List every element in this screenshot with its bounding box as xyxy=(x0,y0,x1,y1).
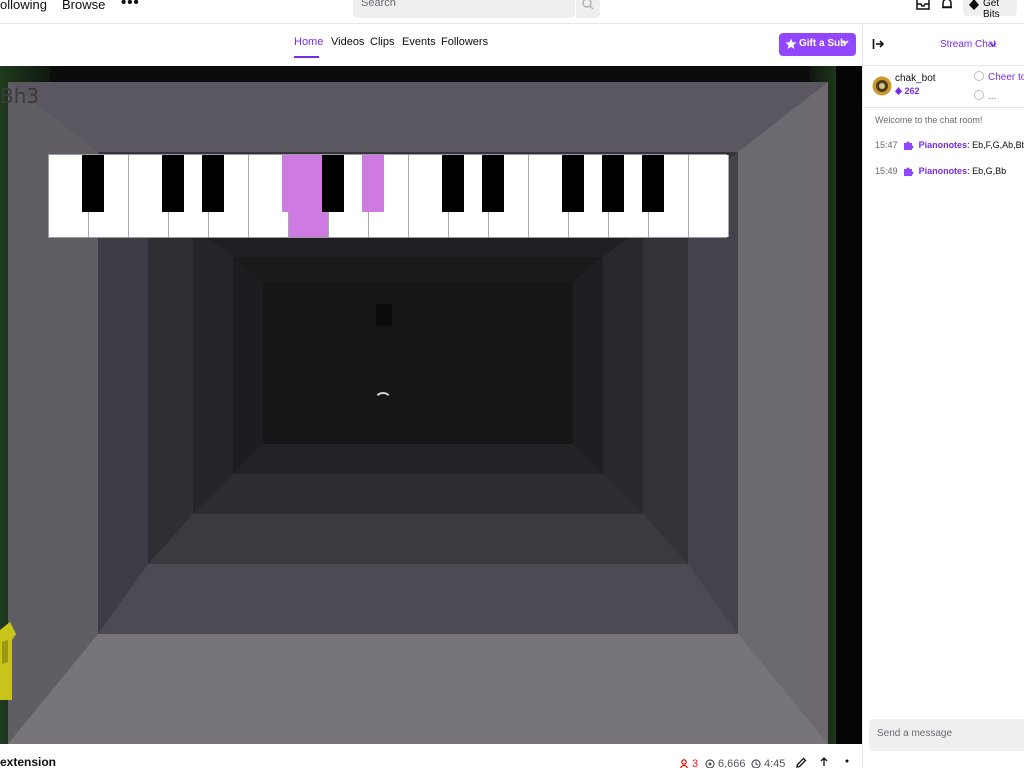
view-count: 6,666 xyxy=(718,758,746,768)
leader-bits-value: 262 xyxy=(904,86,920,96)
gift-sub-button[interactable]: Gift a Sub xyxy=(779,33,856,56)
clock-icon xyxy=(751,759,761,768)
chevron-down-icon xyxy=(841,40,849,46)
chat-message: 15:47 Pianonotes: Eb,F,G,Ab,Bb,C,D,Eb xyxy=(875,139,1024,150)
share-icon[interactable] xyxy=(818,756,830,768)
piano-black-key xyxy=(482,155,504,212)
chat-panel: Stream Chat chak_bot 262 Cheer to ta ...… xyxy=(862,24,1024,768)
get-bits-button[interactable]: Get Bits xyxy=(963,0,1017,20)
piano-black-key xyxy=(562,155,584,212)
tab-videos[interactable]: Videos xyxy=(331,36,364,48)
video-overlay-text: Bh3 xyxy=(0,84,40,108)
puzzle-piece-icon xyxy=(904,141,914,150)
stream-title: extension xyxy=(0,755,57,768)
message-username[interactable]: Pianonotes xyxy=(919,140,968,150)
piano-black-key xyxy=(642,155,664,212)
message-text: : Eb,G,Bb xyxy=(967,166,1007,176)
gift-sub-label: Gift a Sub xyxy=(799,38,847,49)
chevron-down-icon[interactable] xyxy=(989,42,997,48)
more-icon[interactable]: ••• xyxy=(121,0,140,11)
cheer-prompt-secondary[interactable]: ... xyxy=(974,90,996,102)
search-icon xyxy=(582,0,594,10)
cheer-prompt-label: Cheer to ta xyxy=(988,72,1024,83)
star-icon xyxy=(785,38,797,49)
loading-spinner-icon xyxy=(374,392,392,410)
leader-username[interactable]: chak_bot xyxy=(895,73,936,84)
chat-header: Stream Chat xyxy=(863,24,1024,66)
inbox-icon[interactable] xyxy=(915,0,931,12)
chat-input-placeholder: Send a message xyxy=(877,728,953,739)
cheer-prompt-secondary-label: ... xyxy=(988,91,997,102)
get-bits-label: Get Bits xyxy=(983,0,1000,20)
chat-message-input[interactable]: Send a message xyxy=(869,719,1024,751)
piano-white-key xyxy=(689,155,729,237)
bits-icon xyxy=(969,0,979,10)
cheer-icon xyxy=(974,90,984,100)
notifications-icon[interactable] xyxy=(939,0,955,12)
nav-browse[interactable]: Browse xyxy=(62,0,105,12)
tab-followers[interactable]: Followers xyxy=(441,36,488,48)
piano-black-key xyxy=(82,155,104,212)
nav-following[interactable]: ollowing xyxy=(0,0,47,12)
video-player[interactable]: Bh3 xyxy=(0,66,862,744)
piano-black-key xyxy=(442,155,464,212)
message-username[interactable]: Pianonotes xyxy=(919,166,968,176)
viewer-count: 3 xyxy=(692,758,699,768)
uptime: 4:45 xyxy=(764,758,786,768)
search-button[interactable] xyxy=(576,0,600,18)
channel-tabs: Home Videos Clips Events Followers Gift … xyxy=(0,24,862,66)
tab-clips[interactable]: Clips xyxy=(370,36,394,48)
cheer-icon xyxy=(974,71,984,81)
collapse-chat-icon[interactable] xyxy=(872,38,884,50)
leader-bits-amount: 262 xyxy=(895,86,920,96)
message-text: : Eb,F,G,Ab,Bb,C,D,Eb xyxy=(967,140,1024,150)
chat-welcome-message: Welcome to the chat room! xyxy=(875,115,983,125)
puzzle-piece-icon xyxy=(904,167,914,176)
piano-black-key xyxy=(202,155,224,212)
chat-message: 15:49 Pianonotes: Eb,G,Bb xyxy=(875,165,1006,176)
top-nav: ollowing Browse ••• Search Get Bits xyxy=(0,0,1024,24)
message-timestamp: 15:47 xyxy=(875,140,898,150)
tab-home[interactable]: Home xyxy=(294,36,323,48)
viewer-icon xyxy=(680,759,688,768)
cheer-prompt[interactable]: Cheer to ta xyxy=(974,71,1024,83)
piano-black-key xyxy=(282,155,304,212)
bits-leaderboard: chak_bot 262 Cheer to ta ... xyxy=(863,66,1024,108)
piano-black-key xyxy=(322,155,344,212)
chat-title[interactable]: Stream Chat xyxy=(940,39,996,50)
stream-info-bar: extension 3 6,666 4:45 xyxy=(0,744,862,768)
piano-black-key xyxy=(162,155,184,212)
shirt-icon xyxy=(0,622,16,700)
leader-avatar[interactable] xyxy=(872,73,892,99)
views-icon xyxy=(705,759,715,768)
tab-events[interactable]: Events xyxy=(402,36,436,48)
edit-icon[interactable] xyxy=(795,757,807,768)
active-tab-indicator xyxy=(294,56,319,58)
video-border xyxy=(836,66,862,744)
piano-black-key xyxy=(362,155,384,212)
search-input[interactable]: Search xyxy=(353,0,575,18)
message-timestamp: 15:49 xyxy=(875,166,898,176)
search-placeholder: Search xyxy=(361,0,396,9)
piano-keyboard xyxy=(48,154,729,238)
piano-black-key xyxy=(602,155,624,212)
more-options-icon[interactable] xyxy=(840,758,854,764)
bits-icon xyxy=(895,87,902,95)
